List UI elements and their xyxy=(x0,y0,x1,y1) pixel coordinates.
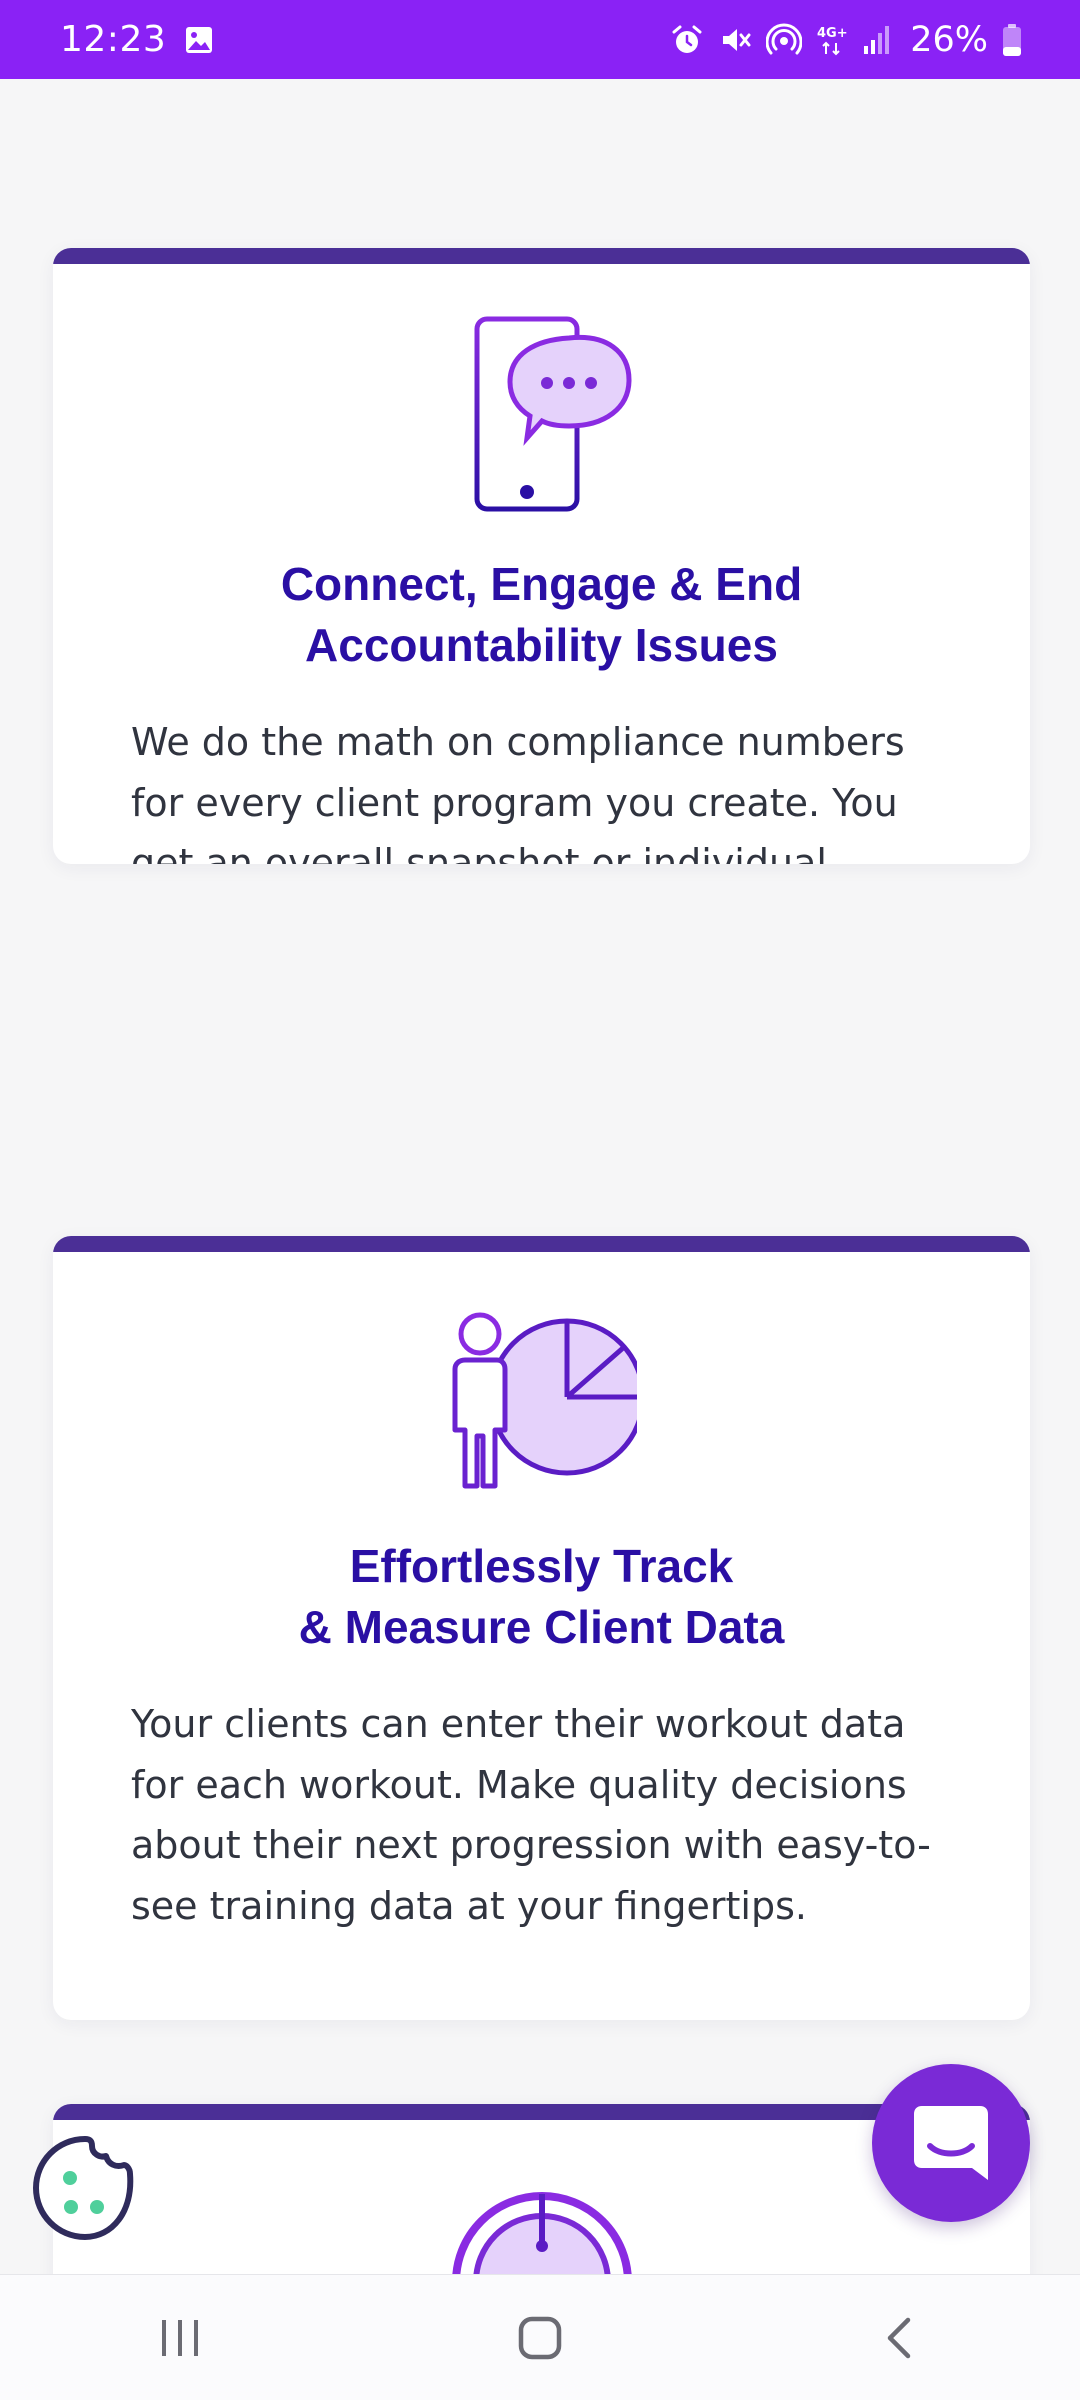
card-body: Your clients can enter their workout dat… xyxy=(131,1702,931,1928)
chat-icon xyxy=(914,2106,988,2180)
page-content: Connect, Engage & End Accountability Iss… xyxy=(0,79,1080,2274)
card-title-line: & Measure Client Data xyxy=(298,1601,785,1653)
card-title-line: Effortlessly Track xyxy=(349,1540,734,1592)
battery-icon xyxy=(1002,23,1022,57)
feature-card-accountability: Connect, Engage & End Accountability Iss… xyxy=(53,248,1030,864)
card-title-line: Accountability Issues xyxy=(305,619,778,671)
cookie-icon xyxy=(33,2136,134,2240)
hotspot-icon xyxy=(766,23,803,57)
recent-apps-icon xyxy=(162,2319,198,2356)
chat-button[interactable] xyxy=(872,2064,1030,2222)
status-time: 12:23 xyxy=(60,19,167,60)
signal-icon xyxy=(862,24,892,56)
alarm-icon xyxy=(670,23,704,57)
back-button[interactable] xyxy=(840,2293,960,2383)
feature-card-track-data: Effortlessly Track & Measure Client Data… xyxy=(53,1236,1030,2020)
phone-chat-icon xyxy=(53,264,1030,516)
card-accent-bar xyxy=(53,1236,1030,1252)
screen: 12:23 4G+ 26% Connect, Engage & End Acco… xyxy=(0,0,1080,2400)
status-icons: 4G+ 26% xyxy=(670,20,1022,60)
card-title: Effortlessly Track & Measure Client Data xyxy=(53,1536,1030,1658)
status-bar: 12:23 4G+ 26% xyxy=(0,0,1080,79)
cookie-settings-button[interactable] xyxy=(30,2134,140,2244)
battery-percent: 26% xyxy=(910,19,988,60)
svg-text:4G+: 4G+ xyxy=(817,26,848,41)
image-icon xyxy=(184,25,214,55)
back-icon xyxy=(887,2317,911,2358)
card-accent-bar xyxy=(53,248,1030,264)
person-pie-chart-icon xyxy=(53,1252,1030,1492)
home-button[interactable] xyxy=(480,2293,600,2383)
recent-apps-button[interactable] xyxy=(120,2293,240,2383)
card-body: We do the math on compliance numbers for… xyxy=(131,720,905,864)
card-title-line: Connect, Engage & End xyxy=(280,558,803,610)
home-icon xyxy=(518,2316,562,2359)
card-title: Connect, Engage & End Accountability Iss… xyxy=(53,554,1030,676)
mute-icon xyxy=(718,23,752,57)
system-nav-bar xyxy=(0,2274,1080,2400)
network-4g-icon: 4G+ xyxy=(816,23,848,57)
